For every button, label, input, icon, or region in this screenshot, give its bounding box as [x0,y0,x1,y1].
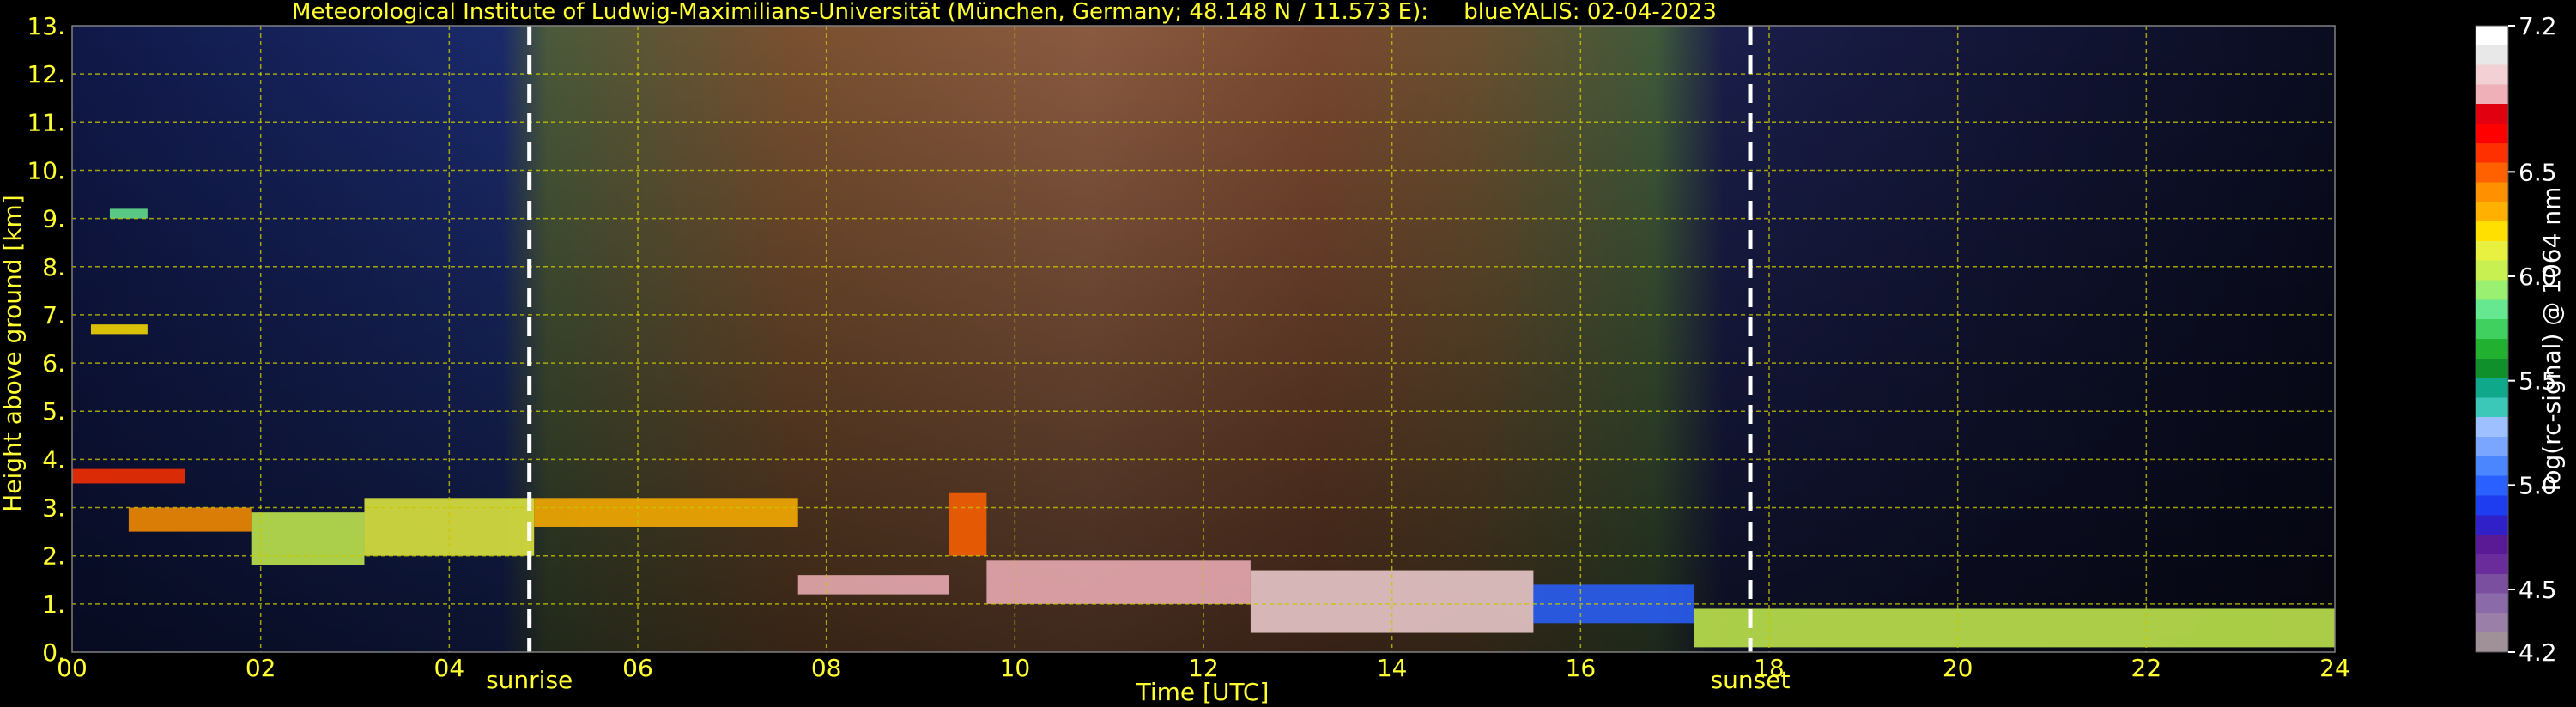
y-tick-label: 5. [42,397,65,426]
x-tick-label: 20 [1943,654,1973,682]
x-axis-label: Time [UTC] [1136,678,1270,706]
x-tick-label: 16 [1566,654,1597,682]
colorbar-tick-label: 6.5 [2518,158,2557,186]
y-tick-label: 7. [42,301,65,329]
colorbar-tick-label: 7.2 [2518,12,2557,40]
colorbar: 4.24.55.05.56.06.57.2 log(rc-signal) @ 1… [2475,12,2566,667]
x-tick-label: 14 [1377,654,1408,682]
lidar-chart: Meteorological Institute of Ludwig-Maxim… [0,0,2566,706]
y-tick-label: 11. [27,108,65,136]
x-tick-label: 06 [622,654,653,682]
y-tick-label: 0. [42,638,65,667]
x-tick-label: 10 [1000,654,1031,682]
colorbar-tick-label: 4.5 [2518,576,2557,604]
y-tick-label: 3. [42,494,65,523]
chart-title: Meteorological Institute of Ludwig-Maxim… [292,0,1717,25]
y-tick-label: 1. [42,590,65,619]
y-tick-label: 6. [42,349,65,378]
cloud-layer [534,498,798,527]
y-axis-label: Height above ground [km] [0,195,27,512]
sun-marker-label: sunset [1711,666,1791,694]
plot-area [71,25,2336,653]
cloud-layer [1694,608,2335,648]
cloud-layer [797,575,949,595]
x-tick-label: 08 [811,654,842,682]
cloud-layer [986,560,1251,604]
y-tick-label: 2. [42,542,65,571]
colorbar-label: log(rc-signal) @ 1064 nm [2537,187,2566,492]
x-tick-label: 24 [2319,654,2350,682]
x-tick-label: 02 [245,654,276,682]
x-tick-label: 04 [434,654,465,682]
colorbar-scale [2475,25,2509,653]
cloud-layer [251,512,365,565]
colorbar-tick-label: 4.2 [2518,638,2557,667]
cloud-layer [109,208,148,219]
y-tick-label: 8. [42,253,65,281]
cloud-layer [90,324,148,335]
cloud-layer [949,492,987,556]
y-axis-ticks: 0. 1. 2. 3. 4. 5. 6. 7. 8. 9. 10. 11. 12. 13. [27,12,65,667]
cloud-layer [72,468,185,484]
x-tick-label: 22 [2131,654,2162,682]
y-tick-label: 9. [42,205,65,233]
y-tick-label: 12. [27,60,65,88]
y-tick-label: 10. [27,156,65,184]
y-tick-label: 13. [27,12,65,40]
y-tick-label: 4. [42,445,65,474]
sun-marker-label: sunrise [486,666,573,694]
cloud-layer [128,507,252,532]
